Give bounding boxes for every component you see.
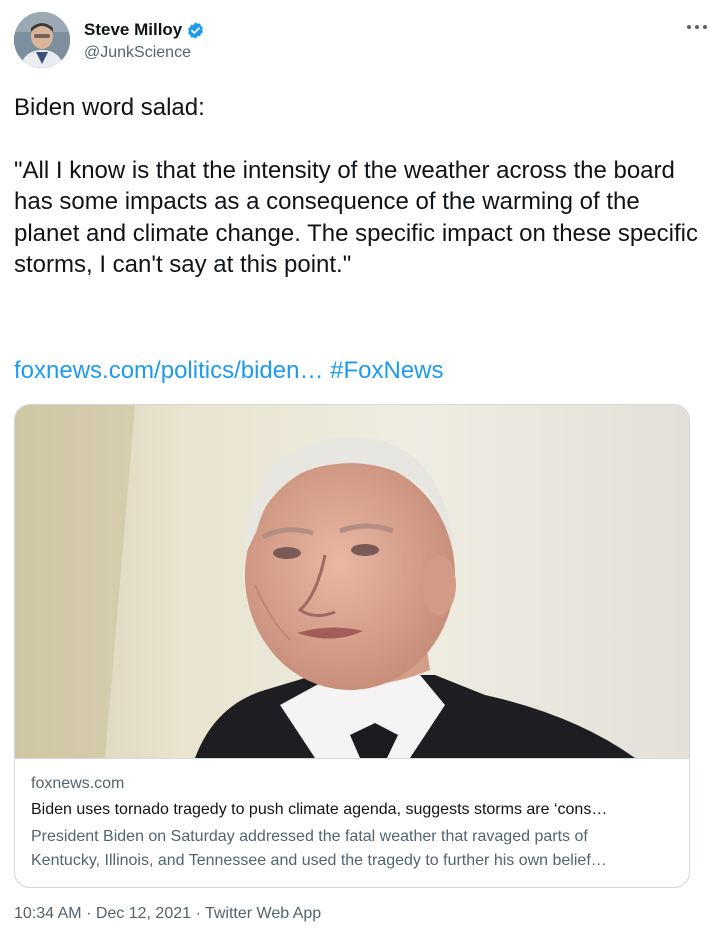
author-names: Steve Milloy @JunkScience xyxy=(84,19,205,62)
card-title: Biden uses tornado tragedy to push clima… xyxy=(31,801,608,818)
tweet-date[interactable]: Dec 12, 2021 xyxy=(96,905,191,922)
card-description: President Biden on Saturday addressed th… xyxy=(31,825,673,873)
tweet-quote: "All I know is that the intensity of the… xyxy=(14,156,698,279)
card-description-line-2: Kentucky, Illinois, and Tennessee and us… xyxy=(31,852,607,869)
meta-separator: · xyxy=(195,905,201,922)
tweet-links: foxnews.com/politics/biden… #FoxNews xyxy=(14,357,444,385)
tweet-time[interactable]: 10:34 AM xyxy=(14,905,82,922)
author-display-name[interactable]: Steve Milloy xyxy=(84,20,182,40)
verified-badge-icon xyxy=(186,21,205,40)
article-link[interactable]: foxnews.com/politics/biden… xyxy=(14,357,323,384)
tweet-source[interactable]: Twitter Web App xyxy=(205,905,321,922)
author-handle[interactable]: @JunkScience xyxy=(84,44,205,62)
card-description-line-1: President Biden on Saturday addressed th… xyxy=(31,828,588,845)
avatar[interactable] xyxy=(14,12,70,68)
tweet-intro: Biden word salad: xyxy=(14,94,205,121)
card-divider xyxy=(15,758,689,759)
card-domain: foxnews.com xyxy=(31,775,125,792)
tweet-text: Biden word salad: "All I know is that th… xyxy=(14,92,704,281)
tweet-header: Steve Milloy @JunkScience xyxy=(14,12,714,72)
meta-separator: · xyxy=(86,905,92,922)
tweet: Steve Milloy @JunkScience Biden word sal… xyxy=(0,0,728,940)
hashtag-link[interactable]: #FoxNews xyxy=(330,357,443,384)
tweet-meta: 10:34 AM · Dec 12, 2021 · Twitter Web Ap… xyxy=(14,905,321,923)
more-horizontal-icon[interactable] xyxy=(686,18,708,34)
card-text[interactable]: foxnews.com Biden uses tornado tragedy t… xyxy=(31,773,673,873)
link-preview-card[interactable]: foxnews.com Biden uses tornado tragedy t… xyxy=(14,404,690,888)
card-image[interactable] xyxy=(15,405,689,758)
